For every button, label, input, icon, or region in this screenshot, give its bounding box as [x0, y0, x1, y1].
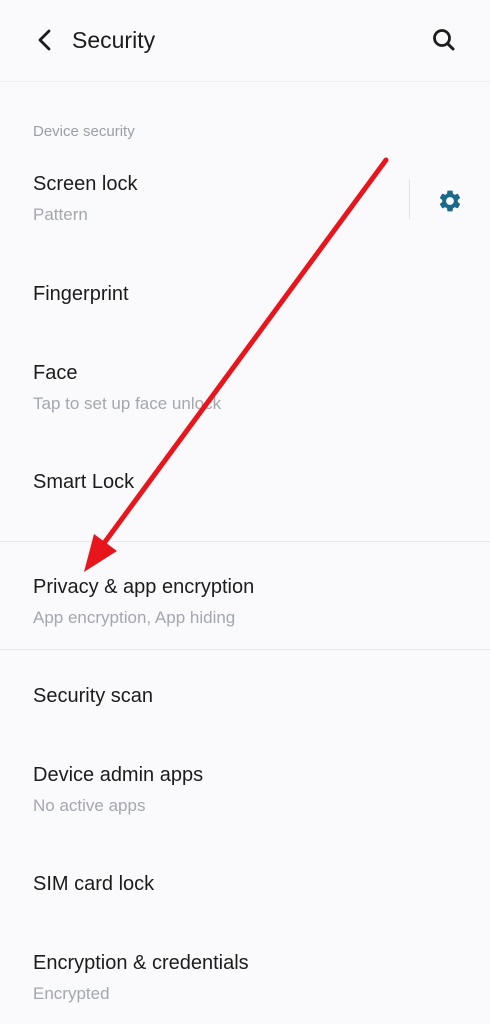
settings-item-security-scan[interactable]: Security scan — [0, 683, 490, 709]
section-divider — [0, 649, 490, 650]
item-title: Device admin apps — [33, 764, 204, 786]
screen-lock-settings-button[interactable] — [433, 184, 467, 218]
vertical-separator — [409, 179, 410, 219]
item-subtitle: No active apps — [33, 796, 146, 815]
page-title: Security — [72, 27, 156, 53]
item-title: Smart Lock — [33, 471, 135, 493]
section-header-device-security: Device security — [33, 123, 135, 140]
item-title: Security scan — [33, 685, 154, 707]
search-icon — [433, 29, 455, 51]
search-button[interactable] — [426, 22, 462, 58]
settings-item-face[interactable]: Face Tap to set up face unlock — [0, 360, 490, 415]
settings-item-screen-lock[interactable]: Screen lock Pattern — [0, 171, 490, 226]
settings-item-encryption-credentials[interactable]: Encryption & credentials Encrypted — [0, 950, 490, 1005]
settings-item-smart-lock[interactable]: Smart Lock — [0, 469, 490, 495]
item-title: Privacy & app encryption — [33, 576, 255, 598]
section-divider — [0, 541, 490, 542]
item-subtitle: App encryption, App hiding — [33, 608, 236, 627]
item-title: Screen lock — [33, 173, 138, 195]
item-subtitle: Pattern — [33, 205, 88, 224]
settings-item-sim-card-lock[interactable]: SIM card lock — [0, 871, 490, 897]
chevron-left-icon — [38, 29, 51, 51]
settings-item-device-admin-apps[interactable]: Device admin apps No active apps — [0, 762, 490, 817]
back-button[interactable] — [30, 22, 60, 58]
item-title: Encryption & credentials — [33, 952, 249, 974]
gear-icon — [439, 190, 461, 212]
app-bar: Security — [0, 0, 490, 82]
settings-item-privacy-app-encryption[interactable]: Privacy & app encryption App encryption,… — [0, 574, 490, 629]
item-subtitle: Tap to set up face unlock — [33, 394, 222, 413]
item-title: Face — [33, 362, 78, 384]
settings-item-fingerprint[interactable]: Fingerprint — [0, 281, 490, 307]
item-title: Fingerprint — [33, 283, 129, 305]
item-subtitle: Encrypted — [33, 984, 110, 1003]
item-title: SIM card lock — [33, 873, 155, 895]
